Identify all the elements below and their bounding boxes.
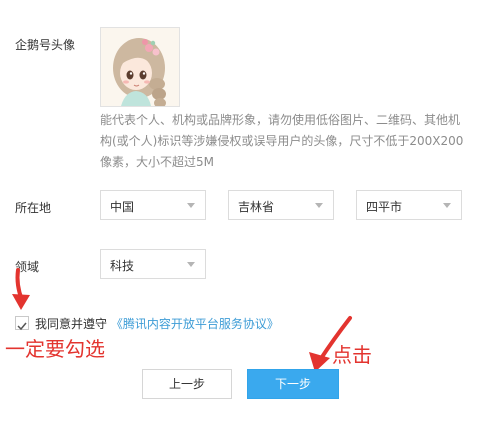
annotation-click: 点击 [332,343,372,367]
arrow-up-icon [12,268,30,310]
next-button[interactable]: 下一步 [247,369,339,399]
annotation-must-check: 一定要勾选 [5,337,105,361]
prev-button[interactable]: 上一步 [142,369,232,399]
